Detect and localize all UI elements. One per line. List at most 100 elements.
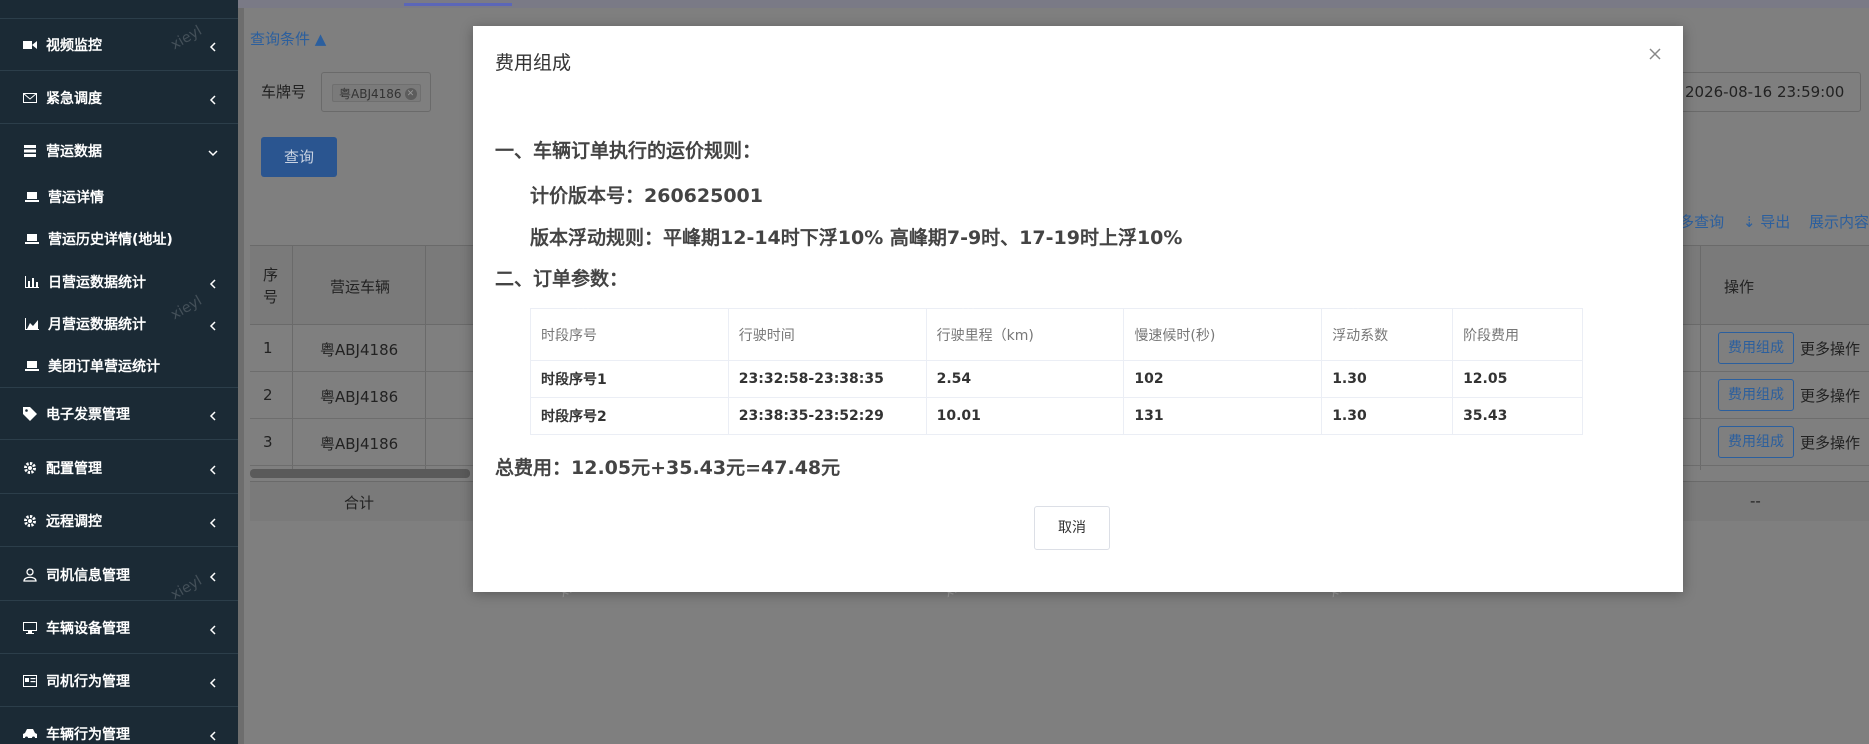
top-tab-bar: [238, 0, 1869, 8]
cell: 23:38:35-23:52:29: [727, 397, 927, 435]
summary-operation: --: [1750, 492, 1761, 510]
col-drive-time: 行驶时间: [727, 308, 927, 361]
sidebar-item-label: 司机信息管理: [46, 567, 130, 584]
plate-tag: 粤ABJ4186 ✕: [332, 84, 421, 102]
sidebar-item-label: 美团订单营运统计: [48, 359, 160, 375]
sidebar-item-label: 车辆行为管理: [46, 726, 130, 743]
active-tab-indicator: [404, 3, 512, 6]
more-actions-link[interactable]: 更多操作: [1800, 338, 1860, 359]
close-icon[interactable]: [1647, 46, 1663, 62]
sidebar-item-emergency-dispatch[interactable]: 紧急调度: [0, 72, 238, 124]
sidebar-item-label: 视频监控: [46, 37, 102, 54]
cell: 10.01: [925, 397, 1125, 435]
table-toolbar: 多查询 ⇣ 导出 展示内容: [1665, 211, 1869, 232]
sidebar-item-label: 紧急调度: [46, 90, 102, 107]
row-vehicle: 粤ABJ4186: [320, 388, 399, 406]
sidebar-item-driver-info[interactable]: 司机信息管理: [0, 549, 238, 601]
sidebar-item-config[interactable]: 配置管理: [0, 442, 238, 494]
display-columns-link[interactable]: 展示内容: [1809, 213, 1869, 231]
section-order-params: 二、订单参数：: [495, 268, 629, 290]
more-query-link[interactable]: 多查询: [1679, 213, 1724, 231]
plate-tag-text: 粤ABJ4186: [339, 87, 402, 101]
query-conditions-toggle[interactable]: 查询条件 ▲: [250, 28, 326, 49]
fee-composition-button[interactable]: 费用组成: [1718, 332, 1794, 364]
laptop-icon: [24, 232, 40, 246]
cell: 102: [1123, 360, 1323, 398]
export-link[interactable]: ⇣ 导出: [1743, 213, 1790, 231]
row-vehicle: 粤ABJ4186: [320, 435, 399, 453]
watermark: xieyl: [1326, 24, 1363, 56]
cancel-button[interactable]: 取消: [1034, 506, 1110, 550]
query-button[interactable]: 查询: [261, 137, 337, 177]
chevron-left-icon: [208, 93, 218, 105]
dialog-title: 费用组成: [495, 52, 572, 74]
col-segment-fee: 阶段费用: [1452, 308, 1583, 361]
laptop-icon: [24, 190, 40, 204]
more-actions-link[interactable]: 更多操作: [1800, 432, 1860, 453]
header-vehicle: 营运车辆: [330, 278, 391, 296]
table-row: 时段序号2 23:38:35-23:52:29 10.01 131 1.30 3…: [530, 397, 1583, 435]
cell: 2.54: [925, 360, 1125, 398]
segment-table: 时段序号 行驶时间 行驶里程（km) 慢速候时(秒) 浮动系数 阶段费用 时段序…: [530, 308, 1583, 435]
gear-icon: [22, 461, 38, 475]
sidebar-item-label: 车辆设备管理: [46, 620, 130, 637]
cell: 23:32:58-23:38:35: [727, 360, 927, 398]
user-icon: [22, 567, 38, 582]
sidebar-item-video-monitoring[interactable]: 视频监控: [0, 19, 238, 71]
row-vehicle: 粤ABJ4186: [320, 341, 399, 359]
table-row: 时段序号1 23:32:58-23:38:35 2.54 102 1.30 12…: [530, 360, 1583, 398]
close-icon[interactable]: ✕: [404, 88, 417, 100]
fee-composition-button[interactable]: 费用组成: [1718, 379, 1794, 411]
sidebar-item-label: 月营运数据统计: [48, 317, 146, 333]
col-segment-index: 时段序号: [530, 308, 729, 361]
sidebar-item-driver-behavior[interactable]: 司机行为管理: [0, 655, 238, 707]
more-actions-link[interactable]: 更多操作: [1800, 385, 1860, 406]
chevron-left-icon: [208, 277, 218, 289]
chevron-left-icon: [208, 463, 218, 475]
row-index: 1: [263, 339, 273, 357]
cell: 131: [1123, 397, 1323, 435]
col-distance: 行驶里程（km): [925, 308, 1125, 361]
chevron-left-icon: [208, 319, 218, 331]
sidebar-item-remote-control[interactable]: 远程调控: [0, 495, 238, 547]
laptop-icon: [24, 359, 40, 373]
sidebar-item-vehicle-behavior[interactable]: 车辆行为管理: [0, 708, 238, 744]
plate-input[interactable]: 粤ABJ4186 ✕: [321, 72, 431, 112]
fee-composition-button[interactable]: 费用组成: [1718, 426, 1794, 458]
cell: 12.05: [1452, 360, 1583, 398]
chevron-left-icon: [208, 409, 218, 421]
horizontal-scrollbar[interactable]: [250, 469, 470, 478]
cell: 时段序号2: [530, 397, 729, 435]
mail-icon: [22, 91, 38, 105]
col-slow-wait: 慢速候时(秒): [1123, 308, 1323, 361]
sidebar-item-daily-stats[interactable]: 日营运数据统计: [0, 262, 238, 302]
id-card-icon: [22, 674, 38, 688]
chevron-left-icon: [208, 729, 218, 741]
segment-table-header: 时段序号 行驶时间 行驶里程（km) 慢速候时(秒) 浮动系数 阶段费用: [530, 308, 1583, 361]
sidebar-item-operation-details[interactable]: 营运详情: [0, 177, 238, 217]
sidebar-item-label: 营运详情: [48, 190, 104, 206]
end-date-input[interactable]: 2026-08-16 23:59:00: [1676, 72, 1861, 112]
sidebar-item-operation-data[interactable]: 营运数据: [0, 125, 238, 177]
sidebar-item-operation-history[interactable]: 营运历史详情(地址): [0, 219, 238, 259]
chevron-left-icon: [208, 623, 218, 635]
chevron-left-icon: [208, 40, 218, 52]
cell: 35.43: [1452, 397, 1583, 435]
car-icon: [22, 727, 38, 741]
monitor-icon: [22, 621, 38, 635]
sidebar: 视频监控 紧急调度 营运数据 营运详情 营运历史详情(地址) 日营运数据统计 月…: [0, 0, 238, 744]
col-float-factor: 浮动系数: [1321, 308, 1454, 361]
sidebar-item-label: 配置管理: [46, 460, 102, 477]
sidebar-item-meituan-stats[interactable]: 美团订单营运统计: [0, 346, 238, 386]
sidebar-item-e-invoice[interactable]: 电子发票管理: [0, 388, 238, 440]
chevron-down-icon: [208, 146, 218, 157]
cell: 1.30: [1321, 360, 1454, 398]
row-index: 2: [263, 386, 273, 404]
float-rule: 版本浮动规则：平峰期12-14时下浮10% 高峰期7-9时、17-19时上浮10…: [530, 227, 1183, 249]
sidebar-item-monthly-stats[interactable]: 月营运数据统计: [0, 304, 238, 344]
cell: 时段序号1: [530, 360, 729, 398]
chevron-left-icon: [208, 516, 218, 528]
row-index: 3: [263, 433, 273, 451]
tag-icon: [22, 406, 38, 421]
sidebar-item-vehicle-device[interactable]: 车辆设备管理: [0, 602, 238, 654]
